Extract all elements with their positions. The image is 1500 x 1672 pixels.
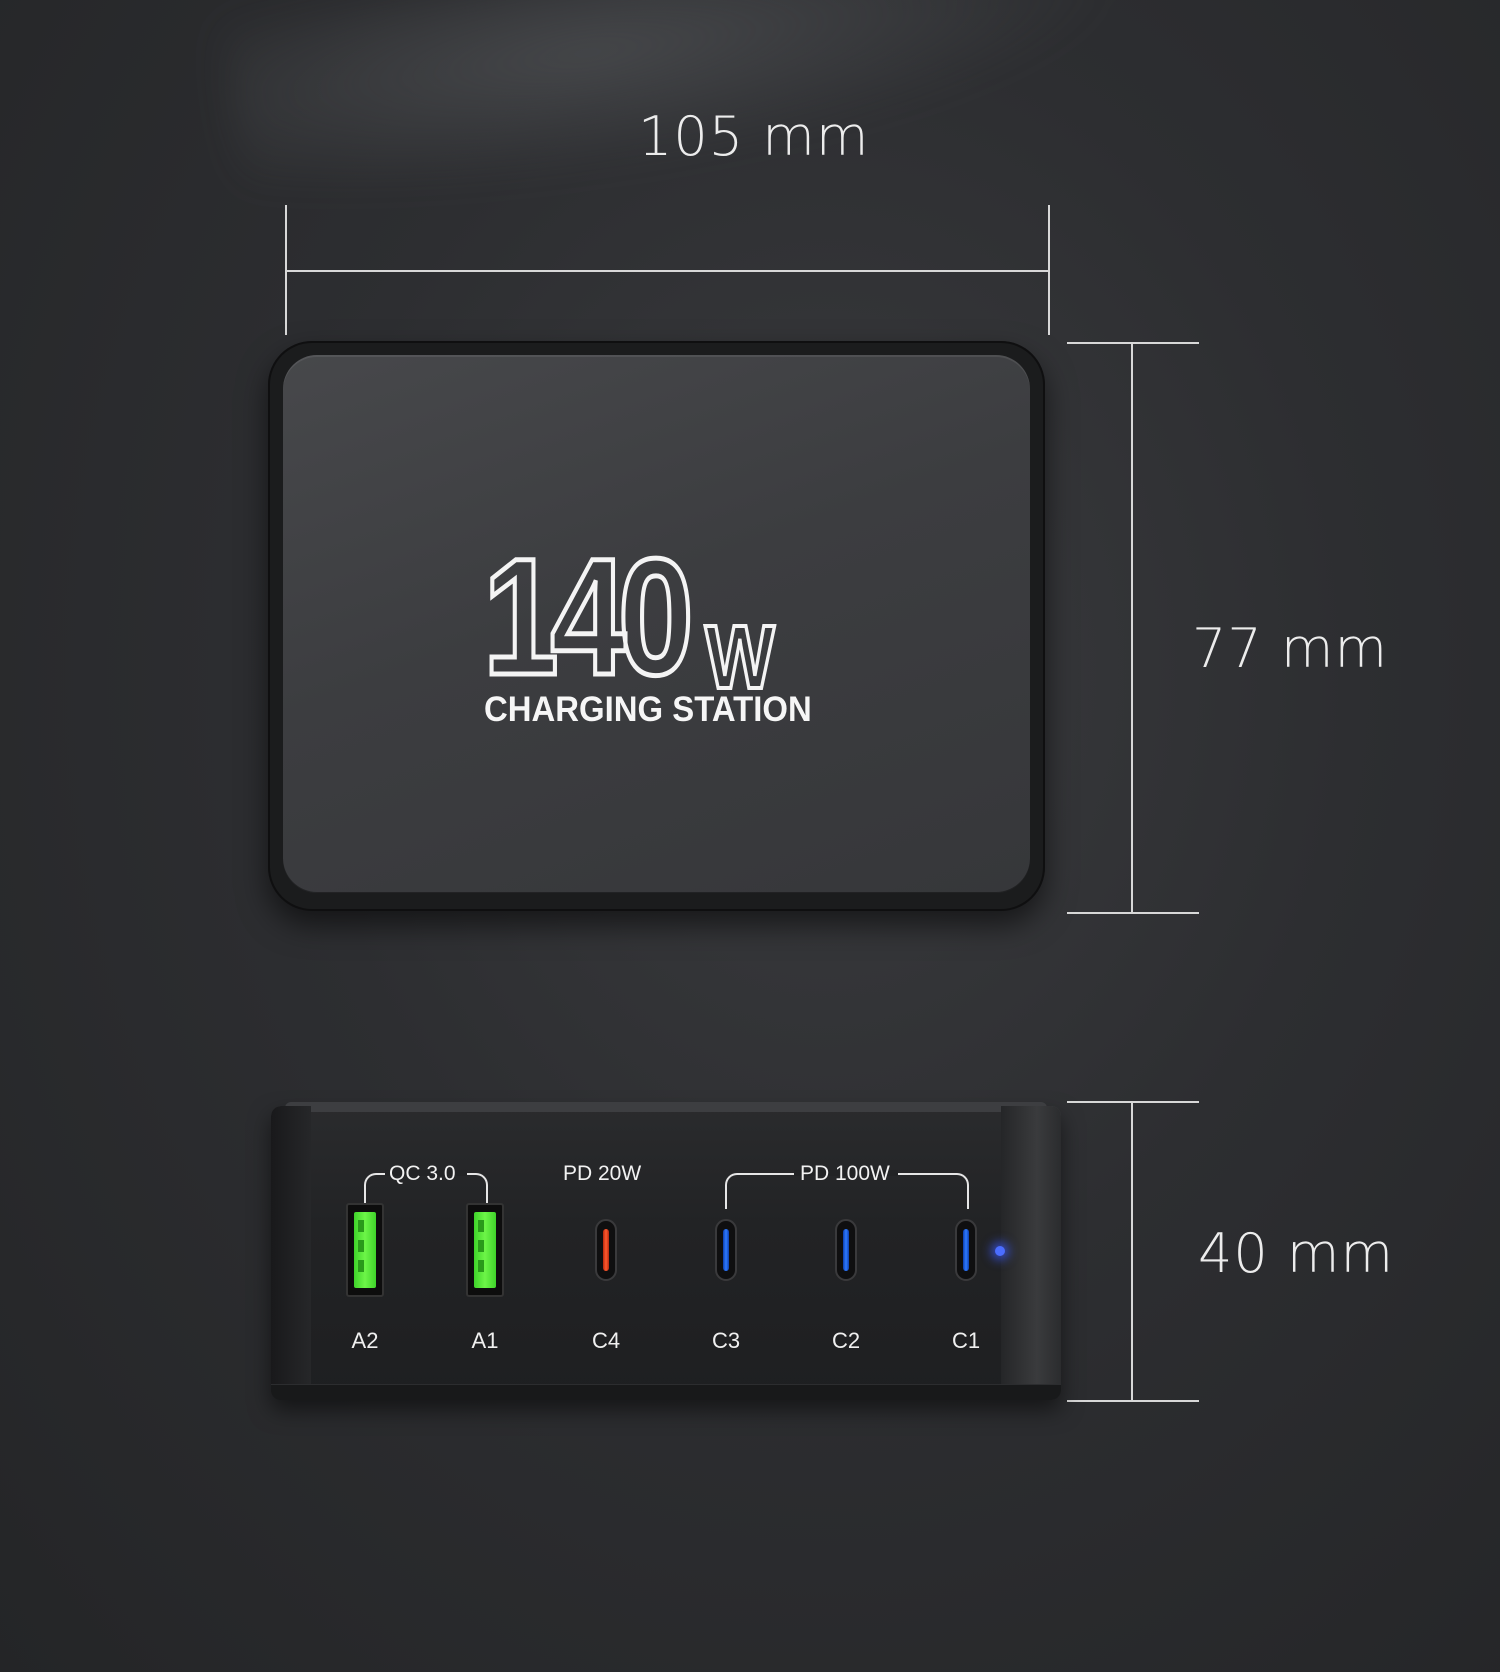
logo-wattage-number: 140	[481, 525, 696, 710]
depth-dimension-tick-bottom	[1067, 912, 1199, 914]
port-label-c1: C1	[951, 1328, 981, 1353]
charger-front-view: QC 3.0 PD 20W PD 100W A2 A1 C4 C3 C2 C1	[271, 1102, 1061, 1400]
port-label-a1: A1	[471, 1328, 499, 1353]
width-dimension-tick-right	[1048, 205, 1050, 335]
usb-c-port-c3	[715, 1219, 737, 1281]
width-dimension-label: 105 mm	[638, 105, 870, 168]
width-dimension-line	[285, 270, 1049, 272]
height-dimension-label: 40 mm	[1198, 1222, 1395, 1285]
qc-group-label: QC 3.0	[389, 1162, 456, 1185]
charger-top-view: 140 W CHARGING STATION	[268, 341, 1045, 911]
power-indicator-led	[995, 1246, 1005, 1256]
pd100-group-label: PD 100W	[800, 1162, 890, 1185]
port-label-c4: C4	[591, 1328, 621, 1353]
charger-top-surface: 140 W CHARGING STATION	[283, 355, 1030, 893]
height-dimension-tick-top	[1067, 1101, 1199, 1103]
depth-dimension-line	[1131, 343, 1133, 913]
front-side-right	[1001, 1106, 1061, 1400]
usb-a-port-a1	[466, 1203, 504, 1297]
port-label-c2: C2	[831, 1328, 861, 1353]
front-side-left	[271, 1106, 311, 1400]
port-label-c3: C3	[711, 1328, 741, 1353]
usb-c-port-c1	[955, 1219, 977, 1281]
depth-dimension-label: 77 mm	[1192, 617, 1389, 680]
usb-a-port-a2	[346, 1203, 384, 1297]
front-top-edge	[285, 1102, 1047, 1112]
height-dimension-tick-bottom	[1067, 1400, 1199, 1402]
logo-subtitle: CHARGING STATION	[484, 690, 812, 729]
height-dimension-line	[1131, 1102, 1133, 1402]
depth-dimension-tick-top	[1067, 342, 1199, 344]
usb-c-port-c4	[595, 1219, 617, 1281]
usb-c-port-c2	[835, 1219, 857, 1281]
pd20-group-label: PD 20W	[563, 1162, 642, 1185]
port-label-a2: A2	[351, 1328, 379, 1353]
width-dimension-tick-left	[285, 205, 287, 335]
front-bottom-edge	[271, 1384, 1061, 1400]
